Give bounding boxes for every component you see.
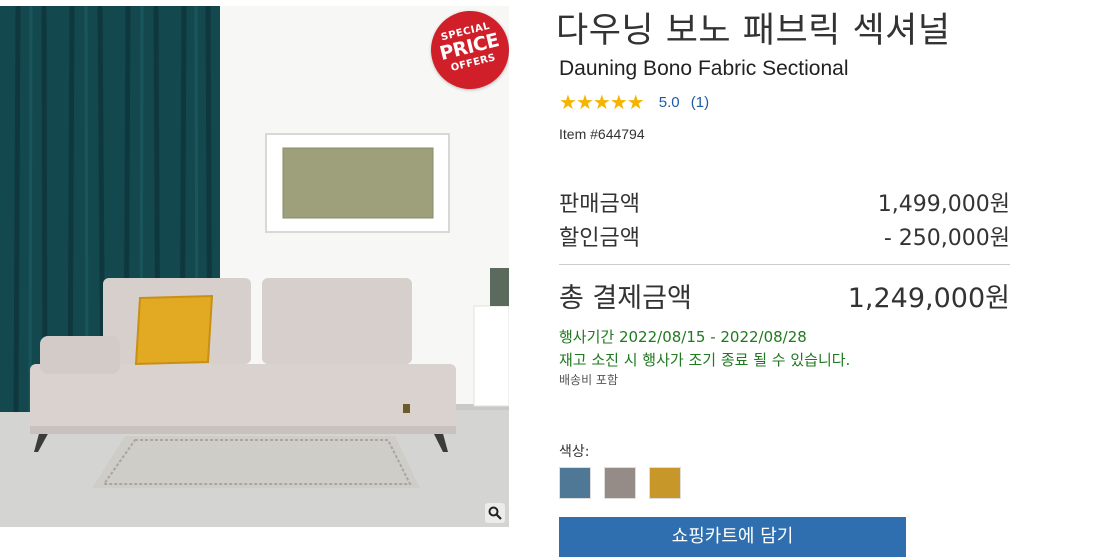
product-image[interactable]: SPECIAL PRICE OFFERS: [0, 6, 509, 527]
zoom-button[interactable]: [485, 503, 505, 523]
product-title-korean: 다우닝 보노 패브릭 섹셔널: [556, 11, 951, 51]
rating-stars[interactable]: ★★★★★: [559, 90, 645, 114]
discount-row: 할인금액 - 250,000원: [559, 220, 1010, 251]
product-title-english: Dauning Bono Fabric Sectional: [559, 57, 849, 80]
total-price-label: 총 결제금액: [559, 283, 692, 314]
total-price-value: 1,249,000원: [847, 283, 1010, 314]
promotion-note: 재고 소진 시 행사가 조기 종료 될 수 있습니다.: [559, 351, 851, 369]
add-to-cart-button[interactable]: 쇼핑카트에 담기: [559, 517, 906, 557]
color-swatch-mustard[interactable]: [649, 467, 681, 499]
sale-price-row: 판매금액 1,499,000원: [559, 186, 1010, 217]
item-number-label: Item #: [559, 126, 598, 142]
discount-label: 할인금액: [559, 226, 640, 251]
total-price-row: 총 결제금액 1,249,000원: [559, 276, 1010, 314]
price-divider: [559, 264, 1010, 265]
rating: ★★★★★ 5.0 (1): [559, 90, 709, 114]
shipping-note: 배송비 포함: [559, 373, 619, 387]
color-label: 색상:: [559, 444, 590, 460]
sofa-photo: [0, 6, 509, 527]
color-swatch-taupe[interactable]: [604, 467, 636, 499]
sale-price-value: 1,499,000원: [877, 192, 1010, 217]
review-count-link[interactable]: (1): [691, 94, 709, 111]
star-icon: ★: [559, 90, 577, 114]
rating-score[interactable]: 5.0: [659, 94, 680, 111]
magnifier-icon: [488, 506, 502, 520]
color-swatch-blue-gray[interactable]: [559, 467, 591, 499]
sale-price-label: 판매금액: [559, 192, 640, 217]
discount-value: - 250,000원: [883, 226, 1010, 251]
star-icon: ★: [626, 90, 645, 114]
star-icon: ★: [609, 90, 628, 114]
item-number: Item #644794: [559, 126, 645, 142]
promotion-period: 행사기간 2022/08/15 - 2022/08/28: [559, 328, 807, 346]
star-icon: ★: [575, 90, 594, 114]
item-number-value: 644794: [597, 126, 645, 142]
star-icon: ★: [592, 90, 611, 114]
